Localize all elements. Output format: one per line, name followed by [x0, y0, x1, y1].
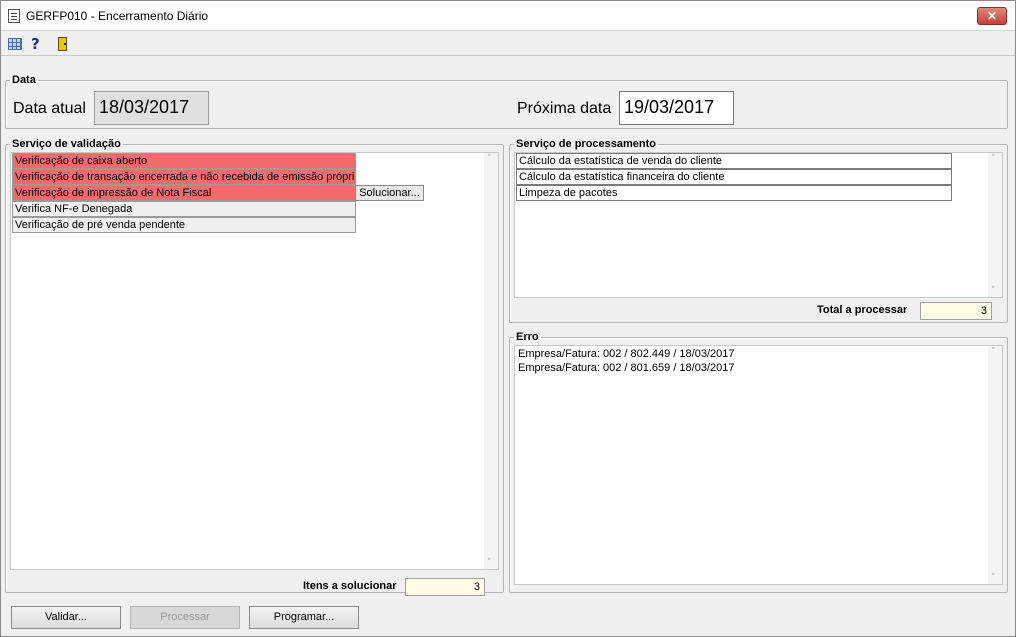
- window-title: GERFP010 - Encerramento Diário: [26, 9, 209, 23]
- scroll-up-icon[interactable]: ˄: [487, 154, 492, 164]
- processing-group-legend: Serviço de processamento: [516, 138, 657, 150]
- list-item[interactable]: Cálculo da estatística de venda do clien…: [516, 153, 952, 169]
- error-group-legend: Erro: [516, 331, 539, 343]
- toolbar: ?: [1, 32, 1015, 56]
- current-date-field: 18/03/2017: [94, 91, 209, 125]
- list-item[interactable]: Limpeza de pacotes: [516, 185, 952, 201]
- list-item[interactable]: Verificação de transação encerrada e não…: [12, 169, 356, 185]
- validate-button[interactable]: Validar...: [11, 606, 121, 629]
- main-window: GERFP010 - Encerramento Diário ✕ ? Data …: [0, 0, 1016, 637]
- help-icon[interactable]: ?: [31, 36, 47, 52]
- scroll-down-icon[interactable]: ˅: [487, 558, 492, 568]
- next-date-field[interactable]: 19/03/2017: [619, 91, 734, 125]
- close-button[interactable]: ✕: [977, 7, 1007, 25]
- scroll-down-icon[interactable]: ˅: [991, 573, 996, 583]
- error-line[interactable]: Empresa/Fatura: 002 / 801.659 / 18/03/20…: [518, 362, 734, 374]
- list-item[interactable]: Verificação de impressão de Nota Fiscal: [12, 185, 356, 201]
- list-item[interactable]: Cálculo da estatística financeira do cli…: [516, 169, 952, 185]
- total-to-process-field: 3: [920, 302, 992, 320]
- processing-list[interactable]: Cálculo da estatística de venda do clien…: [514, 152, 1003, 298]
- scroll-up-icon[interactable]: ˄: [991, 347, 996, 357]
- solve-button[interactable]: Solucionar...: [355, 185, 424, 201]
- scroll-down-icon[interactable]: ˅: [991, 286, 996, 296]
- error-list[interactable]: Empresa/Fatura: 002 / 802.449 / 18/03/20…: [514, 345, 1003, 585]
- title-bar: GERFP010 - Encerramento Diário ✕: [1, 1, 1015, 31]
- current-date-label: Data atual: [13, 100, 86, 117]
- validation-group: Serviço de validação Verificação de caix…: [5, 138, 504, 596]
- list-item[interactable]: Verificação de pré venda pendente: [12, 217, 356, 233]
- schedule-button[interactable]: Programar...: [249, 606, 359, 629]
- processing-group: Serviço de processamento Cálculo da esta…: [509, 138, 1008, 323]
- list-item[interactable]: Verifica NF-e Denegada: [12, 201, 356, 217]
- total-to-process-label: Total a processar: [817, 304, 908, 316]
- validation-list[interactable]: Verificação de caixa aberto Verificação …: [10, 152, 499, 570]
- items-to-solve-label: Itens a solucionar: [303, 580, 397, 592]
- items-to-solve-field: 3: [405, 578, 485, 596]
- next-date-label: Próxima data: [517, 100, 612, 117]
- validation-scrollbar[interactable]: ˄ ˅: [484, 153, 498, 569]
- list-item[interactable]: Verificação de caixa aberto: [12, 153, 356, 169]
- scroll-up-icon[interactable]: ˄: [991, 154, 996, 164]
- error-scrollbar[interactable]: ˄ ˅: [988, 346, 1002, 584]
- table-icon[interactable]: [7, 36, 23, 52]
- validation-group-legend: Serviço de validação: [12, 138, 121, 150]
- exit-door-icon[interactable]: [55, 36, 71, 52]
- date-group: Data Data atual 18/03/2017 Próxima data …: [5, 74, 1008, 129]
- processing-scrollbar[interactable]: ˄ ˅: [988, 153, 1002, 297]
- error-group: Erro Empresa/Fatura: 002 / 802.449 / 18/…: [509, 331, 1008, 593]
- error-line[interactable]: Empresa/Fatura: 002 / 802.449 / 18/03/20…: [518, 348, 734, 360]
- date-group-legend: Data: [12, 74, 36, 86]
- document-icon: [8, 9, 20, 23]
- process-button[interactable]: Processar: [130, 606, 240, 629]
